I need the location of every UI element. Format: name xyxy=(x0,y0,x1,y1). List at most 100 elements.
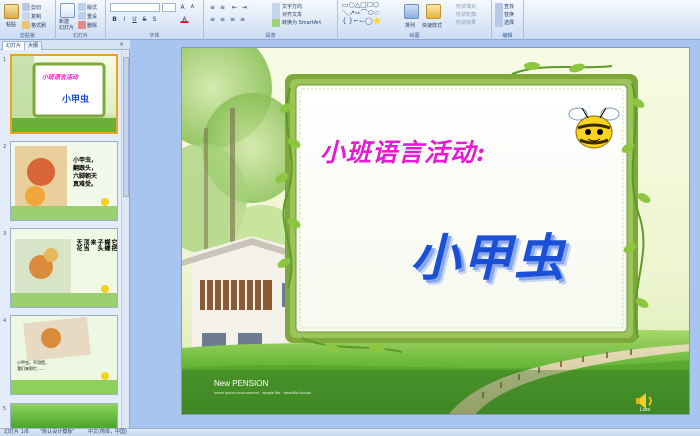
format-painter-icon[interactable] xyxy=(22,21,30,29)
cut-icon[interactable] xyxy=(22,3,30,11)
convert-smartart-button[interactable]: 转换为 SmartArt xyxy=(282,19,321,26)
current-slide[interactable]: 小班语言活动: 小甲虫 New PENSION lorem ipsum envi… xyxy=(181,47,690,415)
tab-slides[interactable]: 幻灯片 xyxy=(2,41,26,50)
replace-button[interactable]: 替换 xyxy=(504,11,514,18)
quick-styles-button[interactable]: 快速样式 xyxy=(422,22,442,29)
thumb-number: 1 xyxy=(3,57,7,63)
select-icon[interactable] xyxy=(495,19,503,27)
underline-icon[interactable]: U xyxy=(130,15,139,23)
slide-thumbnail-5[interactable] xyxy=(10,403,118,428)
thumb-number: 3 xyxy=(3,231,7,237)
arrange-icon[interactable] xyxy=(404,4,419,19)
slide-thumbnail-2[interactable]: 小甲虫， 翻跟头， 六脚朝天 真难受。 xyxy=(10,141,118,221)
drawing-group: ▭○△□☐⬠ ＼↗⇨⌒⬭☆{ }⌐⌙◯⭐ 排列 快速样式 形状填充 形状轮廓 形状… xyxy=(338,0,492,40)
clipboard-group-label: 剪贴板 xyxy=(19,33,35,39)
thumb-number: 2 xyxy=(3,144,7,150)
pane-scrollbar-thumb[interactable] xyxy=(123,57,129,197)
slide-thumbnail-1[interactable]: 小班语言活动 小甲虫 xyxy=(10,54,118,134)
status-theme: "默认设计模板" xyxy=(40,429,75,435)
thumb-3-text: 它把 蝴蝶 子头 来 顶当 天花 xyxy=(75,239,117,251)
text-direction-button[interactable]: 文字方向 xyxy=(282,3,302,10)
font-color-icon[interactable]: A xyxy=(180,15,189,23)
new-slide-button[interactable]: 新建 幻灯片 xyxy=(59,19,74,31)
replace-icon[interactable] xyxy=(495,11,503,19)
corner-logo: Lura xyxy=(640,407,651,413)
select-button[interactable]: 选择 xyxy=(504,19,514,26)
new-slide-icon[interactable] xyxy=(60,3,75,18)
ribbon: 粘贴 剪切 复制 格式刷 剪贴板 新建 幻灯片 版式 重设 删除 幻灯片 A A… xyxy=(0,0,700,40)
font-name-box[interactable] xyxy=(110,3,160,12)
main-title[interactable]: 小甲虫 xyxy=(410,218,566,290)
caption-title: New PENSION xyxy=(214,379,269,388)
align-center-icon[interactable]: ≡ xyxy=(218,15,227,23)
delete-button[interactable]: 删除 xyxy=(87,22,97,29)
shapes-gallery-icon[interactable]: ▭○△□☐⬠ ＼↗⇨⌒⬭☆{ }⌐⌙◯⭐ xyxy=(342,1,381,25)
close-pane-icon[interactable]: × xyxy=(119,41,124,48)
text-direction-icon[interactable] xyxy=(272,3,280,11)
thumb-number: 4 xyxy=(3,318,7,324)
font-group-label: 字体 xyxy=(149,33,160,39)
font-size-box[interactable] xyxy=(162,3,176,12)
increase-indent-icon[interactable]: ⇥ xyxy=(240,3,249,11)
font-group: A A B I U S S A 字体 xyxy=(106,0,204,40)
status-slide-count: 幻灯片 1/6 xyxy=(4,429,29,435)
slides-pane: 幻灯片 大纲 × 1 小班语言活动 小甲虫 2 小甲虫， 翻跟头， 六脚朝天 真… xyxy=(0,40,130,428)
grow-font-icon[interactable]: A xyxy=(178,3,187,11)
thumb-1-subtitle: 小甲虫 xyxy=(62,95,90,105)
slide-thumbnail-2-art xyxy=(11,142,117,220)
layout-button[interactable]: 版式 xyxy=(87,4,97,11)
paste-icon[interactable] xyxy=(4,4,19,19)
arrange-button[interactable]: 排列 xyxy=(405,22,415,29)
slide-workspace: 小班语言活动: 小甲虫 New PENSION lorem ipsum envi… xyxy=(131,40,700,428)
activity-title[interactable]: 小班语言活动: xyxy=(320,133,486,169)
clipboard-group: 粘贴 剪切 复制 格式刷 剪贴板 xyxy=(0,0,56,40)
editing-group-label: 编辑 xyxy=(502,33,513,39)
shrink-font-icon[interactable]: A xyxy=(188,3,197,11)
numbering-icon[interactable]: ≡ xyxy=(218,3,227,11)
reset-icon[interactable] xyxy=(78,12,86,20)
thumb-5-art xyxy=(11,404,117,428)
format-painter-button[interactable]: 格式刷 xyxy=(31,22,46,29)
bold-icon[interactable]: B xyxy=(110,15,119,23)
slides-group-label: 幻灯片 xyxy=(72,33,88,39)
slide-thumbnail-3[interactable]: 它把 蝴蝶 子头 来 顶当 天花 xyxy=(10,228,118,308)
bullets-icon[interactable]: ≡ xyxy=(208,3,217,11)
italic-icon[interactable]: I xyxy=(120,15,129,23)
thumb-1-title: 小班语言活动 xyxy=(42,74,79,81)
decrease-indent-icon[interactable]: ⇤ xyxy=(230,3,239,11)
slides-group: 新建 幻灯片 版式 重设 删除 幻灯片 xyxy=(56,0,106,40)
paste-button-label[interactable]: 粘贴 xyxy=(6,21,16,28)
align-right-icon[interactable]: ≡ xyxy=(228,15,237,23)
delete-icon[interactable] xyxy=(78,21,86,29)
shape-outline-button[interactable]: 形状轮廓 xyxy=(456,11,476,18)
shape-fill-button[interactable]: 形状填充 xyxy=(456,3,476,10)
cut-button[interactable]: 剪切 xyxy=(31,4,41,11)
paragraph-group-label: 段落 xyxy=(265,33,276,39)
thumb-4-text: 小甲虫，不用慌， 我们来帮忙…… xyxy=(17,360,49,371)
editing-group: 查找 替换 选择 编辑 xyxy=(492,0,524,40)
drawing-group-label: 绘图 xyxy=(409,33,420,39)
align-text-button[interactable]: 对齐文本 xyxy=(282,11,302,18)
copy-button[interactable]: 复制 xyxy=(31,13,41,20)
slide-thumbnail-4[interactable]: 小甲虫，不用慌， 我们来帮忙…… xyxy=(10,315,118,395)
justify-icon[interactable]: ≡ xyxy=(238,15,247,23)
tab-outline[interactable]: 大纲 xyxy=(24,41,43,50)
caption-subtitle: lorem ipsum environment · simple life · … xyxy=(214,390,311,395)
find-button[interactable]: 查找 xyxy=(504,3,514,10)
smartart-icon[interactable] xyxy=(272,19,280,27)
copy-icon[interactable] xyxy=(22,12,30,20)
status-language[interactable]: 中文(简体，中国) xyxy=(88,429,127,436)
align-text-icon[interactable] xyxy=(272,11,280,19)
align-left-icon[interactable]: ≡ xyxy=(208,15,217,23)
layout-icon[interactable] xyxy=(78,3,86,11)
quick-styles-icon[interactable] xyxy=(426,4,441,19)
find-icon[interactable] xyxy=(495,3,503,11)
paragraph-group: ≡ ≡ ⇤ ⇥ ≡ ≡ ≡ ≡ 文字方向 对齐文本 转换为 SmartArt 段… xyxy=(204,0,338,40)
strikethrough-icon[interactable]: S xyxy=(140,15,149,23)
pane-tabs: 幻灯片 大纲 × xyxy=(0,40,130,50)
thumb-2-text: 小甲虫， 翻跟头， 六脚朝天 真难受。 xyxy=(73,157,98,188)
shape-effects-button[interactable]: 形状效果 xyxy=(456,19,476,26)
shadow-icon[interactable]: S xyxy=(150,15,159,23)
reset-button[interactable]: 重设 xyxy=(87,13,97,20)
pane-scrollbar[interactable] xyxy=(121,51,129,428)
